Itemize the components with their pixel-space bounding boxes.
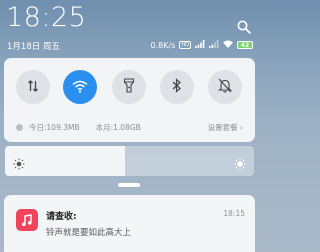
- data-today: 今日:109.3MB: [29, 123, 80, 132]
- volte-badge: HD: [179, 41, 191, 49]
- notification-card[interactable]: 请查收: 铃声就是要如此高大上 18:15: [4, 195, 255, 252]
- battery-indicator: 42: [237, 41, 253, 49]
- wifi-status-icon: [223, 40, 233, 50]
- flashlight-icon: [123, 77, 135, 97]
- network-speed: 0.8K/s: [150, 40, 176, 50]
- silent-toggle[interactable]: [208, 70, 242, 104]
- status-indicators: 0.8K/s HD 42: [151, 40, 253, 50]
- brightness-slider[interactable]: [5, 146, 254, 176]
- flashlight-toggle[interactable]: [112, 70, 146, 104]
- music-app-icon: [16, 209, 38, 231]
- drag-handle[interactable]: [118, 183, 140, 187]
- usage-dot-icon: [16, 124, 23, 131]
- wifi-icon: [72, 78, 88, 97]
- plan-settings-link[interactable]: 设置套餐 ›: [208, 122, 243, 133]
- notification-body: 铃声就是要如此高大上: [46, 228, 132, 238]
- data-arrows-icon: [26, 78, 40, 97]
- brightness-high-icon: [234, 155, 246, 170]
- signal-icon-2: [209, 40, 219, 50]
- clock[interactable]: 18:25: [6, 2, 86, 33]
- signal-icon: [195, 40, 205, 50]
- search-icon[interactable]: [237, 19, 251, 34]
- quick-settings-panel: 今日:109.3MB 本月:1.08GB 设置套餐 ›: [4, 58, 255, 142]
- brightness-row: [0, 146, 259, 176]
- bell-off-icon: [217, 78, 233, 97]
- bluetooth-icon: [172, 77, 182, 97]
- status-area: 18:25 1月18日 周五 0.8K/s HD 42: [0, 0, 259, 56]
- wifi-toggle[interactable]: [63, 70, 97, 104]
- bluetooth-toggle[interactable]: [160, 70, 194, 104]
- brightness-low-icon: [13, 155, 25, 170]
- notification-time: 18:15: [223, 209, 245, 218]
- data-month: 本月:1.08GB: [95, 123, 141, 132]
- mobile-data-toggle[interactable]: [16, 70, 50, 104]
- date-label[interactable]: 1月18日 周五: [7, 40, 60, 52]
- data-usage-row: 今日:109.3MB 本月:1.08GB: [16, 122, 141, 133]
- notification-title: 请查收:: [46, 212, 77, 222]
